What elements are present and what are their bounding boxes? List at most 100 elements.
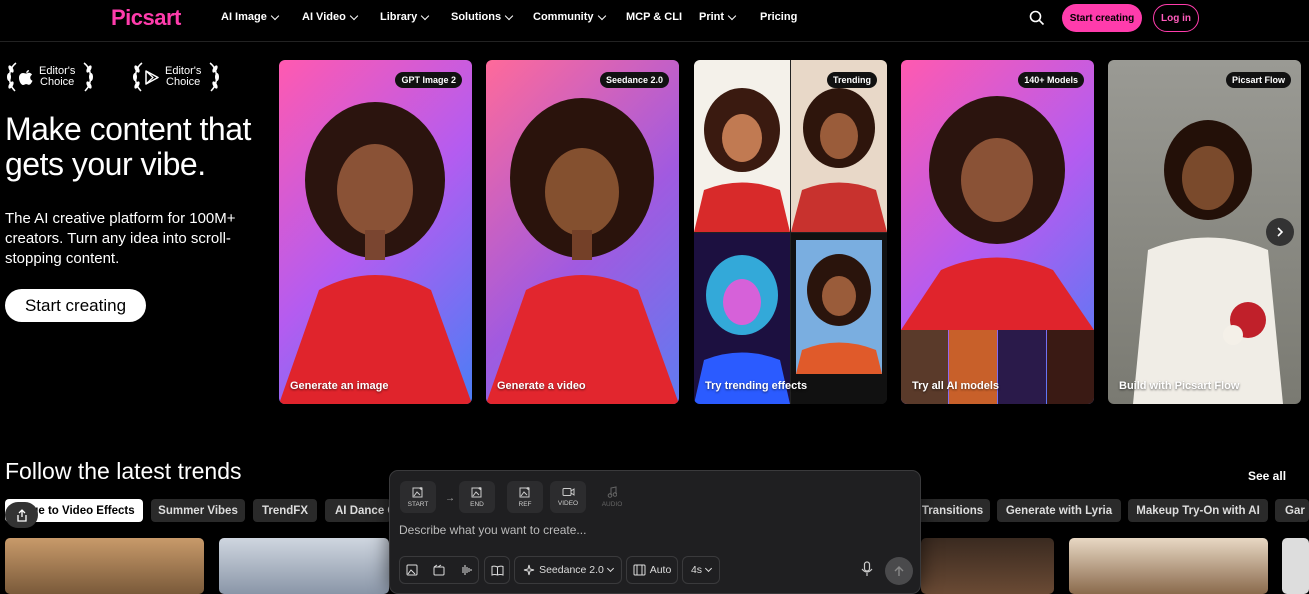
chevron-down-icon: [597, 11, 606, 20]
end-frame-button[interactable]: END: [459, 481, 495, 513]
nav-label: MCP & CLI: [626, 11, 683, 23]
nav-solutions[interactable]: Solutions: [451, 11, 514, 23]
aspect-ratio-selector[interactable]: Auto: [626, 556, 678, 584]
nav-community[interactable]: Community: [533, 11, 606, 23]
chevron-down-icon: [421, 11, 430, 20]
start-creating-button[interactable]: Start creating: [1062, 4, 1142, 32]
model-label: Seedance 2.0: [539, 564, 604, 576]
trend-thumbnail[interactable]: [921, 538, 1054, 594]
image-add-icon: [412, 487, 423, 498]
portrait-image: [279, 102, 472, 404]
share-button[interactable]: [5, 502, 38, 528]
picsart-logo[interactable]: Picsart: [111, 5, 181, 31]
nav-label: Print: [699, 11, 725, 23]
duration-selector[interactable]: 4s: [682, 556, 720, 584]
apple-icon: [19, 70, 33, 85]
card-label: Generate an image: [290, 380, 389, 392]
pill-trendfx[interactable]: TrendFX: [253, 499, 317, 522]
top-nav: Picsart AI Image AI Video Library Soluti…: [0, 0, 1309, 42]
model-selector[interactable]: Seedance 2.0: [514, 556, 622, 584]
aspect-label: Auto: [649, 564, 672, 576]
pill-ai-dance[interactable]: AI Dance C: [325, 499, 391, 522]
audio-wave-icon[interactable]: [460, 564, 472, 576]
reference-button[interactable]: REF: [507, 481, 543, 513]
see-all-link[interactable]: See all: [1248, 469, 1286, 483]
pill-makeup-tryon[interactable]: Makeup Try-On with AI: [1128, 499, 1268, 522]
arrow-right-icon: →: [445, 493, 455, 504]
model-badge: GPT Image 2: [395, 72, 462, 88]
award-line2: Choice: [40, 76, 75, 88]
chevron-right-icon: [1277, 227, 1284, 237]
tool-label: START: [407, 501, 429, 508]
tool-label: VIDEO: [557, 500, 579, 507]
tool-label: AUDIO: [601, 501, 623, 508]
microphone-icon[interactable]: [860, 561, 874, 577]
nav-ai-image[interactable]: AI Image: [221, 11, 280, 23]
video-icon: [562, 488, 574, 496]
model-badge: Seedance 2.0: [599, 72, 669, 88]
laurel-left-icon: [133, 62, 143, 92]
award-text: Editor's Choice: [165, 66, 201, 88]
card-label: Build with Picsart Flow: [1119, 380, 1240, 392]
portrait-image: [486, 98, 679, 404]
pill-summer-vibes[interactable]: Summer Vibes: [151, 499, 245, 522]
pill-generate-lyria[interactable]: Generate with Lyria: [997, 499, 1121, 522]
prompt-input[interactable]: Describe what you want to create...: [399, 523, 586, 537]
trend-thumbnail[interactable]: [1282, 538, 1309, 594]
video-input-button[interactable]: VIDEO: [550, 481, 586, 513]
search-icon[interactable]: [1029, 10, 1045, 26]
aspect-ratio-icon: [633, 564, 646, 576]
model-badge: Picsart Flow: [1225, 72, 1291, 88]
arrow-up-icon: [894, 565, 904, 576]
hero-title: Make content that gets your vibe.: [5, 111, 251, 182]
chevron-down-icon: [705, 564, 713, 573]
nav-label: Library: [380, 11, 418, 23]
tool-label: REF: [518, 501, 532, 508]
trends-title: Follow the latest trends: [5, 458, 242, 484]
card-label: Try all AI models: [912, 380, 1000, 392]
chevron-down-icon: [727, 11, 737, 20]
mode-switcher[interactable]: [399, 556, 479, 584]
pill-transitions[interactable]: Transitions: [915, 499, 990, 522]
music-icon: [607, 486, 617, 498]
trend-thumbnail[interactable]: [219, 538, 389, 594]
sparkle-icon: [523, 564, 535, 576]
hero-subtitle: The AI creative platform for 100M+ creat…: [5, 210, 236, 267]
nav-print[interactable]: Print: [699, 11, 737, 23]
nav-pricing[interactable]: Pricing: [760, 11, 797, 23]
submit-button[interactable]: [885, 557, 913, 585]
share-icon: [16, 508, 27, 522]
trend-thumbnail[interactable]: [5, 538, 204, 594]
card-generate-image[interactable]: GPT Image 2 Generate an image: [279, 60, 472, 404]
nav-ai-video[interactable]: AI Video: [302, 11, 359, 23]
image-add-icon: [471, 487, 482, 498]
login-button[interactable]: Log in: [1153, 4, 1199, 32]
card-trending-effects[interactable]: Trending Try trending effects: [694, 60, 887, 404]
video-mode-icon[interactable]: [433, 564, 445, 576]
award-line2: Choice: [166, 76, 201, 88]
nav-library[interactable]: Library: [380, 11, 430, 23]
card-label: Generate a video: [497, 380, 586, 392]
prompt-composer: START → END REF VIDEO AUDIO Describe wha…: [389, 470, 921, 594]
card-generate-video[interactable]: Seedance 2.0 Generate a video: [486, 60, 679, 404]
hero-start-creating-button[interactable]: Start creating: [5, 289, 146, 322]
start-frame-button[interactable]: START: [400, 481, 436, 513]
editors-choice-play: Editor's Choice: [131, 60, 221, 94]
model-badge: 140+ Models: [1018, 72, 1084, 88]
effects-collage-image: [694, 60, 887, 404]
card-ai-models[interactable]: 140+ Models Try all AI models: [901, 60, 1094, 404]
nav-mcp-cli[interactable]: MCP & CLI: [626, 11, 682, 23]
laurel-left-icon: [7, 62, 17, 92]
carousel-next-button[interactable]: [1266, 218, 1294, 246]
library-button[interactable]: [484, 556, 510, 584]
portrait-image: [901, 96, 1094, 404]
pill-more[interactable]: Gar: [1275, 499, 1309, 522]
trend-thumbnail[interactable]: [1069, 538, 1268, 594]
image-mode-icon[interactable]: [406, 564, 418, 576]
play-store-icon: [145, 69, 159, 85]
tool-label: END: [470, 501, 484, 508]
book-icon: [491, 565, 503, 576]
audio-input-button[interactable]: AUDIO: [594, 481, 630, 513]
laurel-right-icon: [209, 62, 220, 92]
chevron-down-icon: [349, 11, 359, 20]
